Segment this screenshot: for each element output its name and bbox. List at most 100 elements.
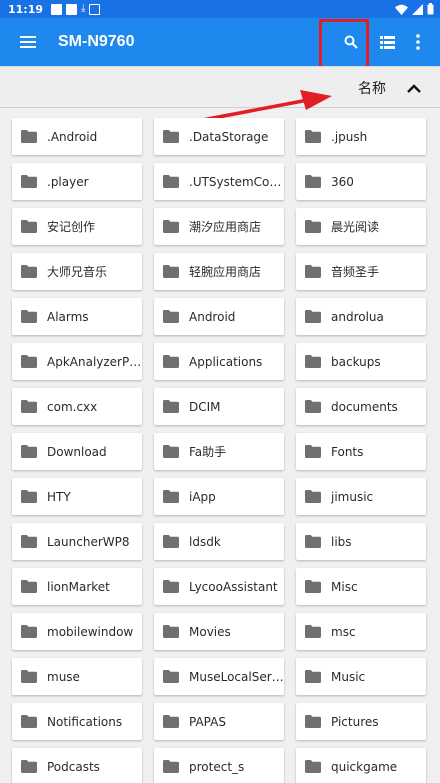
folder-name: Misc bbox=[331, 579, 358, 594]
folder-icon bbox=[21, 535, 37, 548]
folder-icon bbox=[305, 310, 321, 323]
folder-item[interactable]: muse bbox=[12, 658, 142, 695]
folder-item[interactable]: .player bbox=[12, 163, 142, 200]
folder-item[interactable]: quickgame bbox=[296, 748, 426, 783]
folder-name: 安记创作 bbox=[47, 220, 96, 234]
folder-item[interactable]: Pictures bbox=[296, 703, 426, 740]
folder-icon bbox=[21, 220, 37, 233]
folder-item[interactable]: 360 bbox=[296, 163, 426, 200]
chevron-up-icon bbox=[407, 83, 421, 93]
menu-button[interactable] bbox=[0, 18, 56, 66]
folder-item[interactable]: LycooAssistant bbox=[154, 568, 284, 605]
folder-name: .Android bbox=[47, 129, 98, 144]
folder-item[interactable]: 轻腕应用商店 bbox=[154, 253, 284, 290]
folder-item[interactable]: Download bbox=[12, 433, 142, 470]
system-icons bbox=[395, 3, 434, 15]
folder-icon bbox=[305, 175, 321, 188]
folder-item[interactable]: .DataStorage bbox=[154, 118, 284, 155]
signal-icon bbox=[412, 3, 423, 15]
more-vert-icon bbox=[416, 34, 420, 50]
sort-bar: 名称 bbox=[0, 66, 440, 108]
folder-icon bbox=[305, 400, 321, 413]
folder-name: jimusic bbox=[331, 489, 374, 504]
notification-icon bbox=[66, 3, 78, 15]
folder-item[interactable]: Alarms bbox=[12, 298, 142, 335]
folder-icon bbox=[305, 535, 321, 548]
folder-item[interactable]: LauncherWP8 bbox=[12, 523, 142, 560]
battery-icon bbox=[427, 3, 434, 15]
folder-name: com.cxx bbox=[47, 399, 98, 414]
folder-icon bbox=[21, 580, 37, 593]
folder-icon bbox=[163, 490, 179, 503]
folder-item[interactable]: iApp bbox=[154, 478, 284, 515]
folder-name: .jpush bbox=[331, 129, 368, 144]
folder-icon bbox=[305, 580, 321, 593]
folder-icon bbox=[305, 130, 321, 143]
folder-item[interactable]: libs bbox=[296, 523, 426, 560]
folder-item[interactable]: Android bbox=[154, 298, 284, 335]
folder-item[interactable]: .UTSystemCon... bbox=[154, 163, 284, 200]
folder-name: Podcasts bbox=[47, 759, 100, 774]
sort-label[interactable]: 名称 bbox=[358, 78, 386, 98]
folder-name: 360 bbox=[331, 174, 354, 189]
notification-icons: ⤓ bbox=[51, 3, 101, 15]
folder-name: msc bbox=[331, 624, 356, 639]
folder-name: 潮汐应用商店 bbox=[189, 220, 262, 234]
folder-item[interactable]: androlua bbox=[296, 298, 426, 335]
folder-item[interactable]: Fonts bbox=[296, 433, 426, 470]
folder-item[interactable]: documents bbox=[296, 388, 426, 425]
folder-item[interactable]: jimusic bbox=[296, 478, 426, 515]
folder-item[interactable]: HTY bbox=[12, 478, 142, 515]
folder-item[interactable]: Misc bbox=[296, 568, 426, 605]
folder-item[interactable]: 安记创作 bbox=[12, 208, 142, 245]
folder-name: backups bbox=[331, 354, 381, 369]
folder-item[interactable]: protect_s bbox=[154, 748, 284, 783]
folder-item[interactable]: Fa助手 bbox=[154, 433, 284, 470]
folder-item[interactable]: Music bbox=[296, 658, 426, 695]
folder-item[interactable]: Notifications bbox=[12, 703, 142, 740]
folder-item[interactable]: lionMarket bbox=[12, 568, 142, 605]
folder-item[interactable]: 音频圣手 bbox=[296, 253, 426, 290]
folder-item[interactable]: mobilewindow bbox=[12, 613, 142, 650]
folder-item[interactable]: .jpush bbox=[296, 118, 426, 155]
folder-icon bbox=[305, 355, 321, 368]
folder-item[interactable]: ldsdk bbox=[154, 523, 284, 560]
folder-name: Music bbox=[331, 669, 366, 684]
folder-item[interactable]: MuseLocalServ... bbox=[154, 658, 284, 695]
folder-item[interactable]: Applications bbox=[154, 343, 284, 380]
sort-direction-button[interactable] bbox=[403, 78, 425, 98]
folder-name: Applications bbox=[189, 354, 263, 369]
folder-icon bbox=[305, 625, 321, 638]
folder-name: MuseLocalServ... bbox=[189, 669, 284, 684]
download-icon: ⤓ bbox=[81, 3, 86, 14]
folder-item[interactable]: com.cxx bbox=[12, 388, 142, 425]
folder-item[interactable]: 潮汐应用商店 bbox=[154, 208, 284, 245]
folder-name: androlua bbox=[331, 309, 384, 324]
folder-icon bbox=[163, 175, 179, 188]
folder-name: LycooAssistant bbox=[189, 579, 278, 594]
folder-icon bbox=[163, 265, 179, 278]
folder-icon bbox=[21, 355, 37, 368]
folder-item[interactable]: Podcasts bbox=[12, 748, 142, 783]
folder-item[interactable]: ApkAnalyzerPlus bbox=[12, 343, 142, 380]
folder-icon bbox=[163, 220, 179, 233]
wifi-icon bbox=[395, 4, 408, 15]
folder-name: ApkAnalyzerPlus bbox=[47, 354, 142, 369]
folder-name: mobilewindow bbox=[47, 624, 134, 639]
more-options-button[interactable] bbox=[398, 18, 438, 66]
folder-item[interactable]: backups bbox=[296, 343, 426, 380]
folder-item[interactable]: PAPAS bbox=[154, 703, 284, 740]
folder-item[interactable]: Movies bbox=[154, 613, 284, 650]
folder-icon bbox=[21, 760, 37, 773]
folder-item[interactable]: DCIM bbox=[154, 388, 284, 425]
folder-item[interactable]: msc bbox=[296, 613, 426, 650]
notification-icon bbox=[51, 3, 63, 15]
folder-item[interactable]: 大师兄音乐 bbox=[12, 253, 142, 290]
folder-name: Download bbox=[47, 444, 107, 459]
folder-item[interactable]: 晨光阅读 bbox=[296, 208, 426, 245]
folder-item[interactable]: .Android bbox=[12, 118, 142, 155]
status-bar: 11:19 ⤓ bbox=[0, 0, 440, 18]
folder-icon bbox=[163, 625, 179, 638]
folder-name: Android bbox=[189, 309, 236, 324]
menu-icon bbox=[20, 36, 36, 48]
